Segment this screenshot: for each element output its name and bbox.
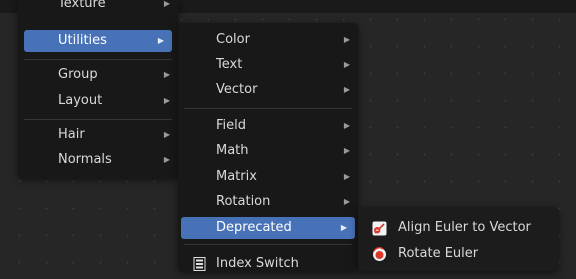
menu-item-label: Normals (58, 152, 112, 167)
utilities-submenu: Color ▶ Text ▶ Vector ▶ Field ▶ Math ▶ M… (178, 23, 358, 271)
submenu-arrow-icon: ▶ (343, 172, 350, 181)
menu-separator (24, 59, 172, 60)
align-euler-icon (372, 221, 387, 236)
menu-item-label: Layout (58, 93, 103, 108)
menu-item-deprecated[interactable]: Deprecated ▶ (181, 217, 355, 239)
menu-item-label: Group (58, 67, 98, 82)
submenu-arrow-icon: ▶ (343, 60, 350, 69)
menu-separator (24, 119, 172, 120)
menu-item-label: Rotation (216, 194, 271, 209)
menu-item-label: Field (216, 118, 247, 133)
menu-item-label: Utilities (58, 33, 107, 48)
menu-item-label: Align Euler to Vector (398, 220, 531, 235)
submenu-arrow-icon: ▶ (163, 155, 170, 164)
submenu-arrow-icon: ▶ (343, 197, 350, 206)
menu-item-rotation[interactable]: Rotation ▶ (178, 191, 358, 213)
submenu-arrow-icon: ▶ (343, 146, 350, 155)
submenu-arrow-icon: ▶ (163, 130, 170, 139)
menu-item-math[interactable]: Math ▶ (178, 140, 358, 162)
menu-item-hair[interactable]: Hair ▶ (18, 124, 178, 146)
menu-item-label: Text (216, 57, 243, 72)
menu-item-vector[interactable]: Vector ▶ (178, 79, 358, 101)
menu-item-align-euler-to-vector[interactable]: Align Euler to Vector (358, 217, 558, 239)
menu-item-matrix[interactable]: Matrix ▶ (178, 166, 358, 188)
add-menu-panel: Texture ▶ Utilities ▶ Group ▶ Layout ▶ H… (18, 0, 178, 178)
submenu-arrow-icon: ▶ (343, 121, 350, 130)
menu-separator (184, 244, 352, 245)
menu-item-label: Deprecated (216, 220, 292, 235)
menu-item-label: Matrix (216, 169, 257, 184)
menu-item-text[interactable]: Text ▶ (178, 54, 358, 76)
menu-item-texture[interactable]: Texture ▶ (18, 0, 178, 15)
submenu-arrow-icon: ▶ (163, 96, 170, 105)
menu-item-label: Color (216, 32, 250, 47)
menu-item-label: Rotate Euler (398, 246, 479, 261)
submenu-arrow-icon: ▶ (163, 0, 170, 8)
menu-item-color[interactable]: Color ▶ (178, 29, 358, 51)
submenu-arrow-icon: ▶ (343, 35, 350, 44)
submenu-arrow-icon: ▶ (157, 36, 164, 45)
menu-item-normals[interactable]: Normals ▶ (18, 149, 178, 171)
index-switch-icon (193, 257, 206, 271)
menu-item-label: Index Switch (216, 256, 299, 271)
submenu-arrow-icon: ▶ (163, 70, 170, 79)
menu-item-field[interactable]: Field ▶ (178, 115, 358, 137)
menu-item-layout[interactable]: Layout ▶ (18, 90, 178, 112)
deprecated-submenu: Align Euler to Vector Rotate Euler (358, 207, 558, 271)
submenu-arrow-icon: ▶ (340, 223, 347, 232)
menu-item-label: Math (216, 143, 249, 158)
rotate-euler-icon (372, 247, 387, 262)
menu-item-label: Texture (58, 0, 106, 11)
menu-item-rotate-euler[interactable]: Rotate Euler (358, 243, 558, 265)
menu-item-group[interactable]: Group ▶ (18, 64, 178, 86)
menu-separator (184, 108, 352, 109)
menu-item-label: Hair (58, 127, 85, 142)
submenu-arrow-icon: ▶ (343, 85, 350, 94)
menu-item-label: Vector (216, 82, 258, 97)
menu-item-index-switch[interactable]: Index Switch (178, 253, 358, 275)
menu-item-utilities[interactable]: Utilities ▶ (24, 30, 172, 52)
